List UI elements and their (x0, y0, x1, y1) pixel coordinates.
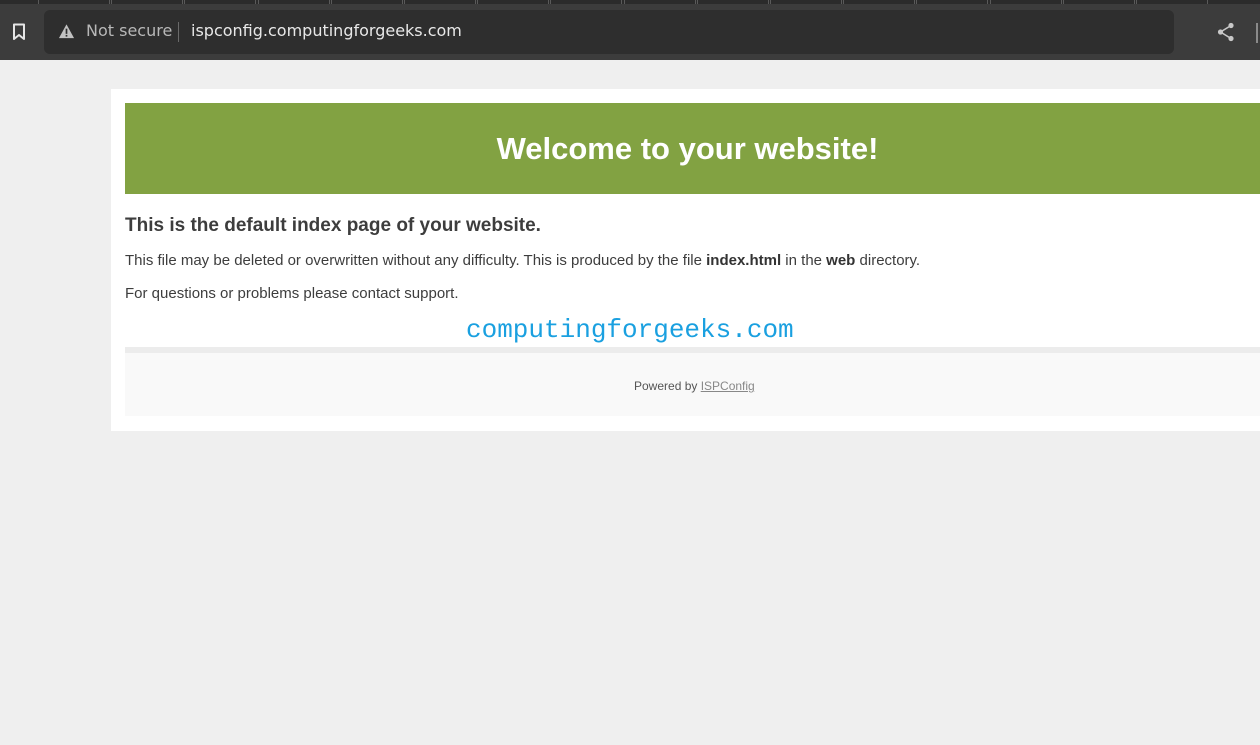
page-footer: Powered by ISPConfig (125, 353, 1260, 416)
bookmark-button[interactable] (0, 4, 38, 60)
directory-name: web (826, 252, 856, 269)
browser-toolbar: Not secure ispconfig.computingforgeeks.c… (0, 4, 1260, 60)
extension-button-edge[interactable] (1256, 23, 1258, 43)
site-watermark: computingforgeeks.com (466, 315, 794, 345)
file-name: index.html (706, 252, 782, 269)
page-subheading: This is the default index page of your w… (125, 215, 541, 236)
powered-by-text: Powered by ISPConfig (634, 379, 755, 393)
security-status-label[interactable]: Not secure (86, 21, 172, 40)
description-text-middle: in the (781, 252, 827, 269)
description-paragraph: This file may be deleted or overwritten … (125, 252, 920, 269)
description-text-start: This file may be deleted or overwritten … (125, 252, 707, 269)
ispconfig-link[interactable]: ISPConfig (701, 379, 755, 393)
address-divider (178, 22, 179, 42)
powered-by-prefix: Powered by (634, 379, 701, 393)
description-text-end: directory. (855, 252, 921, 269)
warning-triangle-icon[interactable] (58, 23, 75, 40)
share-icon[interactable] (1214, 20, 1238, 44)
address-bar[interactable]: Not secure ispconfig.computingforgeeks.c… (44, 10, 1174, 54)
banner-title: Welcome to your website! (496, 130, 879, 166)
bookmark-icon (13, 23, 25, 40)
welcome-banner: Welcome to your website! (125, 103, 1260, 194)
support-paragraph: For questions or problems please contact… (125, 285, 459, 302)
page-container: Welcome to your website! This is the def… (111, 89, 1260, 431)
url-text[interactable]: ispconfig.computingforgeeks.com (191, 21, 462, 40)
